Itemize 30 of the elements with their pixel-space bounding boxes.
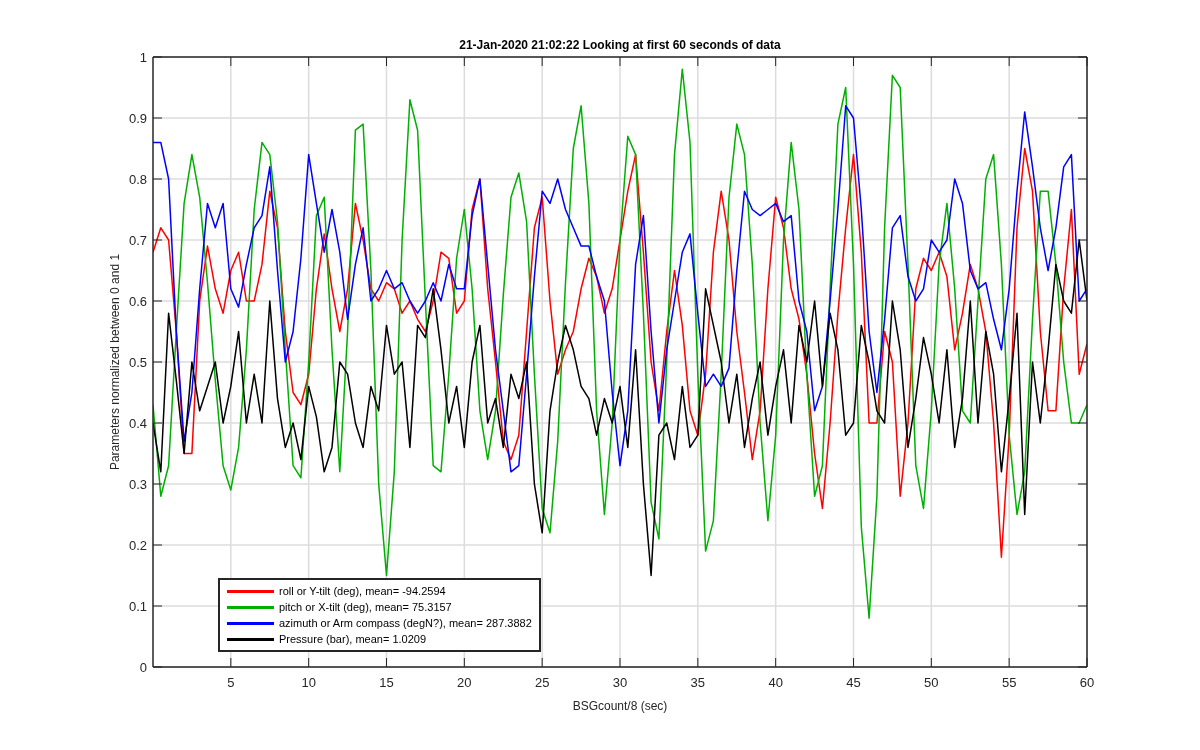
chart-title: 21-Jan-2020 21:02:22 Looking at first 60 seconds of data <box>459 38 781 52</box>
y-axis-label: Parameters normalized between 0 and 1 <box>108 253 122 471</box>
tick-label: 25 <box>534 675 550 690</box>
tick-label: 0.9 <box>128 111 147 126</box>
tick-label: 0.1 <box>128 599 147 614</box>
tick-label: 0.5 <box>128 355 147 370</box>
tick-label: 1 <box>139 50 147 65</box>
tick-label: 0.7 <box>128 233 147 248</box>
tick-label: 10 <box>301 675 316 690</box>
tick-label: 55 <box>1001 675 1017 690</box>
tick-label: 60 <box>1079 675 1095 690</box>
tick-label: 15 <box>379 675 394 690</box>
tick-label: 30 <box>612 675 628 690</box>
legend-label: pitch or X-tilt (deg), mean= 75.3157 <box>279 601 452 613</box>
tick-label: 0 <box>139 660 147 675</box>
tick-label: 20 <box>457 675 472 690</box>
tick-label: 40 <box>768 675 783 690</box>
legend-label: azimuth or Arm compass (degN?), mean= 287.3882 <box>279 617 532 629</box>
tick-label: 45 <box>846 675 861 690</box>
legend-label: Pressure (bar), mean= 1.0209 <box>279 633 427 645</box>
legend-label: roll or Y-tilt (deg), mean= -94.2594 <box>279 585 446 597</box>
tick-label: 50 <box>924 675 939 690</box>
tick-label: 35 <box>690 675 706 690</box>
tick-label: 0.6 <box>128 294 147 309</box>
tick-label: 5 <box>227 675 235 690</box>
tick-label: 0.8 <box>128 172 147 187</box>
x-axis-label: BSGcount/8 (sec) <box>572 699 668 713</box>
tick-label: 0.3 <box>128 477 147 492</box>
tick-label: 0.2 <box>128 538 147 553</box>
tick-label: 0.4 <box>128 416 147 431</box>
